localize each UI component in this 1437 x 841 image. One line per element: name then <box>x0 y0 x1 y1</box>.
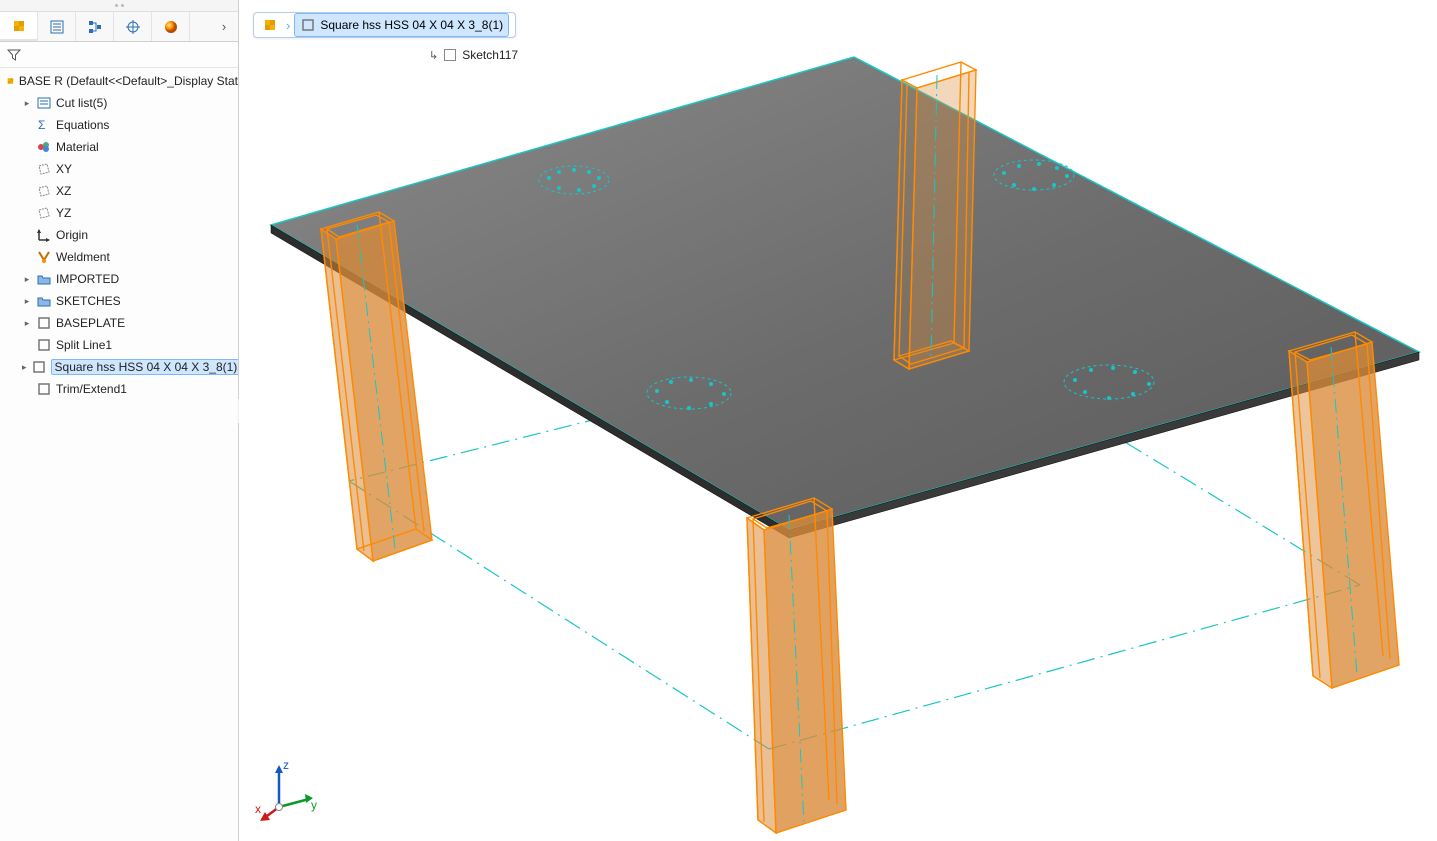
plane-icon <box>36 161 52 177</box>
tree-filter-bar[interactable] <box>0 42 238 68</box>
tree-item-splitline[interactable]: Split Line1 <box>2 334 238 356</box>
expander-icon[interactable] <box>22 208 32 218</box>
expander-icon[interactable] <box>22 164 32 174</box>
list-icon <box>49 19 65 35</box>
feature-icon <box>36 315 52 331</box>
tab-appearance[interactable] <box>152 12 190 41</box>
part-icon <box>6 73 15 89</box>
tree-item-baseplate[interactable]: ▸ BASEPLATE <box>2 312 238 334</box>
app-root: › BASE R (Default<<Default>_Display Stat… <box>0 0 1437 841</box>
expander-icon[interactable] <box>22 186 32 196</box>
plane-icon <box>36 183 52 199</box>
chevron-right-icon: › <box>222 19 226 34</box>
tree-item-sketches[interactable]: ▸ SKETCHES <box>2 290 238 312</box>
tree-root-label: BASE R (Default<<Default>_Display Stat <box>19 74 238 88</box>
graphics-viewport[interactable]: › Square hss HSS 04 X 04 X 3_8(1) ↳ Sket… <box>239 0 1437 841</box>
tree-item-label: XZ <box>56 184 71 198</box>
folder-icon <box>36 293 52 309</box>
assembly-icon <box>11 18 27 34</box>
tab-configuration-manager[interactable] <box>76 12 114 41</box>
sphere-icon <box>163 19 179 35</box>
expander-icon[interactable] <box>22 252 32 262</box>
tree-item-imported[interactable]: ▸ IMPORTED <box>2 268 238 290</box>
origin-icon <box>36 227 52 243</box>
tree-item-label: Split Line1 <box>56 338 112 352</box>
expander-icon[interactable] <box>22 384 32 394</box>
expander-icon[interactable]: ▸ <box>22 274 32 284</box>
expander-icon[interactable]: ▸ <box>22 362 27 372</box>
expander-icon[interactable] <box>22 142 32 152</box>
material-icon <box>36 139 52 155</box>
funnel-icon <box>6 47 22 63</box>
plane-icon <box>36 205 52 221</box>
tree-item-weldment[interactable]: Weldment <box>2 246 238 268</box>
equations-icon: Σ <box>36 117 52 133</box>
svg-text:Σ: Σ <box>38 118 45 132</box>
tree-item-label: Square hss HSS 04 X 04 X 3_8(1) <box>51 359 238 375</box>
tree-item-squarehss[interactable]: ▸ Square hss HSS 04 X 04 X 3_8(1) <box>2 356 238 378</box>
tree-item-material[interactable]: Material <box>2 136 238 158</box>
tree-item-yz[interactable]: YZ <box>2 202 238 224</box>
tree-config-icon <box>87 19 103 35</box>
tree-item-xz[interactable]: XZ <box>2 180 238 202</box>
tree-item-label: Trim/Extend1 <box>56 382 127 396</box>
svg-text:x: x <box>255 802 261 816</box>
tree-item-origin[interactable]: Origin <box>2 224 238 246</box>
cutlist-icon <box>36 95 52 111</box>
tree-item-label: Cut list(5) <box>56 96 107 110</box>
tree-root-item[interactable]: BASE R (Default<<Default>_Display Stat <box>2 70 238 92</box>
feature-manager-panel: › BASE R (Default<<Default>_Display Stat… <box>0 0 239 841</box>
expander-icon[interactable] <box>22 120 32 130</box>
expander-icon[interactable] <box>22 340 32 350</box>
panel-tabs: › <box>0 12 238 42</box>
feature-icon <box>36 381 52 397</box>
expander-icon[interactable]: ▸ <box>22 98 32 108</box>
svg-text:y: y <box>311 798 317 812</box>
tree-item-label: BASEPLATE <box>56 316 125 330</box>
tree-item-equations[interactable]: Σ Equations <box>2 114 238 136</box>
svg-text:z: z <box>283 758 289 772</box>
tree-item-label: XY <box>56 162 72 176</box>
tree-item-label: Weldment <box>56 250 110 264</box>
weldment-icon <box>36 249 52 265</box>
tree-item-cutlist[interactable]: ▸ Cut list(5) <box>2 92 238 114</box>
tree-item-xy[interactable]: XY <box>2 158 238 180</box>
tree-item-label: Material <box>56 140 99 154</box>
model-canvas[interactable] <box>239 0 1437 841</box>
tree-item-trimext[interactable]: Trim/Extend1 <box>2 378 238 400</box>
tree-item-label: YZ <box>56 206 71 220</box>
feature-icon <box>31 359 47 375</box>
hss-leg-back-right <box>894 62 976 369</box>
folder-icon <box>36 271 52 287</box>
tab-dimxpert[interactable] <box>114 12 152 41</box>
target-icon <box>125 19 141 35</box>
tab-feature-manager[interactable] <box>0 12 38 41</box>
tree-item-label: IMPORTED <box>56 272 119 286</box>
baseplate-top <box>271 57 1419 530</box>
expander-icon[interactable]: ▸ <box>22 318 32 328</box>
expander-icon[interactable]: ▸ <box>22 296 32 306</box>
tree-item-label: SKETCHES <box>56 294 121 308</box>
view-triad[interactable]: z y x <box>255 755 325 825</box>
panel-grab-handle[interactable] <box>0 0 238 12</box>
feature-icon <box>36 337 52 353</box>
feature-tree: BASE R (Default<<Default>_Display Stat ▸… <box>0 68 238 841</box>
expander-icon[interactable] <box>22 230 32 240</box>
tab-overflow[interactable]: › <box>210 12 238 41</box>
tree-item-label: Equations <box>56 118 109 132</box>
tab-property-manager[interactable] <box>38 12 76 41</box>
tree-item-label: Origin <box>56 228 88 242</box>
